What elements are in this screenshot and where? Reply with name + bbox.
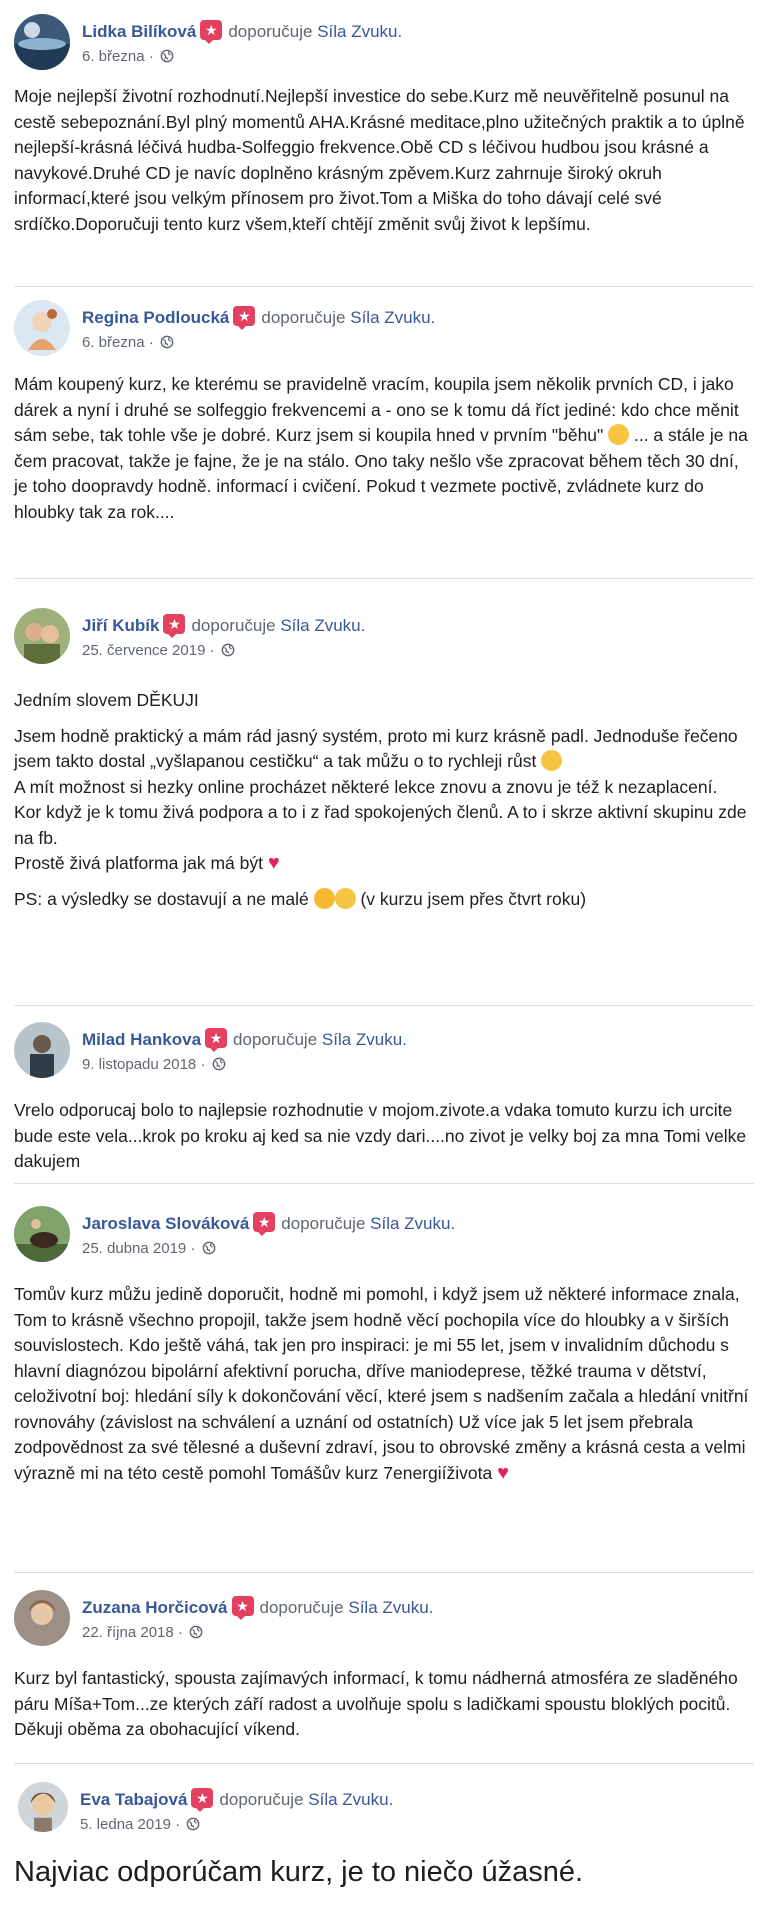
page-link[interactable]: Síla Zvuku.	[350, 308, 435, 327]
review-header: Jiří Kubík doporučuje Síla Zvuku. 25. čer…	[14, 608, 754, 668]
recommend-verb: doporučuje	[228, 22, 313, 41]
globe-icon	[212, 1057, 226, 1071]
recommendation-icon	[253, 1212, 276, 1236]
review-meta: 25. dubna 2019 ·	[82, 1240, 216, 1258]
review-text: Kurz byl fantastický, spousta zajímavých…	[14, 1666, 754, 1743]
avatar[interactable]	[14, 14, 70, 70]
post-date[interactable]: 25. dubna 2019 ·	[82, 1240, 200, 1257]
author-name[interactable]: Zuzana Horčicová	[82, 1598, 228, 1617]
divider	[14, 1005, 754, 1006]
avatar[interactable]	[14, 1590, 70, 1646]
divider	[14, 286, 754, 287]
review-headline: Jaroslava Slováková doporučuje Síla Zvuku…	[82, 1212, 455, 1236]
review-meta: 9. listopadu 2018 ·	[82, 1056, 226, 1074]
review-paragraph: Jedním slovem DĚKUJI	[14, 690, 199, 710]
review-meta: 22. října 2018 ·	[82, 1624, 203, 1642]
review-paragraph: Moje nejlepší životní rozhodnutí.Nejlepš…	[14, 86, 745, 234]
recommend-verb: doporučuje	[281, 1214, 366, 1233]
avatar[interactable]	[18, 1782, 68, 1832]
author-name[interactable]: Jiří Kubík	[82, 616, 159, 635]
review-meta: 25. července 2019 ·	[82, 642, 235, 660]
recommend-verb: doporučuje	[191, 616, 276, 635]
globe-icon	[202, 1241, 216, 1255]
globe-icon	[160, 49, 174, 63]
recommendation-icon	[205, 1028, 228, 1052]
grin-emoji-icon	[541, 750, 563, 771]
post-date[interactable]: 22. října 2018 ·	[82, 1624, 187, 1641]
review-text: Tomův kurz můžu jedině doporučit, hodně …	[14, 1282, 754, 1486]
review-text: Moje nejlepší životní rozhodnutí.Nejlepš…	[14, 84, 754, 237]
review-header: Regina Podloucká doporučuje Síla Zvuku. 6…	[14, 300, 754, 360]
recommendation-icon	[231, 1596, 254, 1620]
recommend-verb: doporučuje	[233, 1030, 318, 1049]
avatar[interactable]	[14, 1022, 70, 1078]
review-headline: Jiří Kubík doporučuje Síla Zvuku.	[82, 614, 365, 638]
divider	[14, 1763, 754, 1764]
page-link[interactable]: Síla Zvuku.	[280, 616, 365, 635]
page-link[interactable]: Síla Zvuku.	[348, 1598, 433, 1617]
avatar[interactable]	[14, 300, 70, 356]
heart-eyes-emoji-icon	[313, 887, 335, 909]
review-headline: Milad Hankova doporučuje Síla Zvuku.	[82, 1028, 407, 1052]
heart-icon: ♥	[497, 1461, 509, 1484]
review-text: Mám koupený kurz, ke kterému se pravidel…	[14, 372, 754, 525]
post-date[interactable]: 6. března ·	[82, 334, 158, 351]
review-paragraph: Najviac odporúčam kurz, je to niečo úžas…	[14, 1856, 584, 1888]
review-paragraph: PS: a výsledky se dostavují a ne malé (v…	[14, 887, 587, 909]
globe-icon	[186, 1817, 200, 1831]
recommendation-icon	[191, 1788, 214, 1812]
review-text: Jedním slovem DĚKUJI Jsem hodně praktick…	[14, 688, 754, 912]
review-headline: Lidka Bilíková doporučuje Síla Zvuku.	[82, 20, 402, 44]
page-link[interactable]: Síla Zvuku.	[308, 1790, 393, 1809]
post-date[interactable]: 5. ledna 2019 ·	[80, 1816, 184, 1833]
divider	[14, 1572, 754, 1573]
divider	[14, 1183, 754, 1184]
recommend-verb: doporučuje	[259, 1598, 344, 1617]
author-name[interactable]: Milad Hankova	[82, 1030, 201, 1049]
page-link[interactable]: Síla Zvuku.	[317, 22, 402, 41]
recommendation-icon	[163, 614, 186, 638]
divider	[14, 578, 754, 579]
post-date[interactable]: 9. listopadu 2018 ·	[82, 1056, 210, 1073]
review-text: Vrelo odporucaj bolo to najlepsie rozhod…	[14, 1098, 754, 1175]
review-header: Eva Tabajová doporučuje Síla Zvuku. 5. le…	[18, 1782, 758, 1842]
author-name[interactable]: Lidka Bilíková	[82, 22, 196, 41]
review-meta: 5. ledna 2019 ·	[80, 1816, 200, 1834]
globe-icon	[160, 335, 174, 349]
avatar[interactable]	[14, 1206, 70, 1262]
author-name[interactable]: Regina Podloucká	[82, 308, 229, 327]
author-name[interactable]: Jaroslava Slováková	[82, 1214, 249, 1233]
review-meta: 6. března ·	[82, 334, 174, 352]
globe-icon	[221, 643, 235, 657]
review-paragraph: Vrelo odporucaj bolo to najlepsie rozhod…	[14, 1100, 747, 1171]
heart-icon: ♥	[267, 852, 280, 874]
author-name[interactable]: Eva Tabajová	[80, 1790, 187, 1809]
review-headline: Regina Podloucká doporučuje Síla Zvuku.	[82, 306, 435, 330]
page-link[interactable]: Síla Zvuku.	[370, 1214, 455, 1233]
post-date[interactable]: 25. července 2019 ·	[82, 642, 219, 659]
joy-emoji-icon	[334, 887, 356, 909]
smile-emoji-icon	[608, 424, 630, 445]
post-date[interactable]: 6. března ·	[82, 48, 158, 65]
recommend-verb: doporučuje	[219, 1790, 304, 1809]
review-meta: 6. března ·	[82, 48, 174, 66]
review-header: Milad Hankova doporučuje Síla Zvuku. 9. l…	[14, 1022, 754, 1082]
review-paragraph: Mám koupený kurz, ke kterému se pravidel…	[14, 374, 748, 522]
page-link[interactable]: Síla Zvuku.	[322, 1030, 407, 1049]
review-headline: Zuzana Horčicová doporučuje Síla Zvuku.	[82, 1596, 433, 1620]
review-paragraph: Kurz byl fantastický, spousta zajímavých…	[14, 1668, 738, 1739]
recommendation-icon	[200, 20, 223, 44]
recommend-verb: doporučuje	[261, 308, 346, 327]
avatar[interactable]	[14, 608, 70, 664]
review-paragraph: Tomův kurz můžu jedině doporučit, hodně …	[14, 1284, 749, 1484]
recommendation-icon	[233, 306, 256, 330]
globe-icon	[189, 1625, 203, 1639]
review-header: Zuzana Horčicová doporučuje Síla Zvuku. 2…	[14, 1590, 754, 1650]
review-header: Jaroslava Slováková doporučuje Síla Zvuku…	[14, 1206, 754, 1266]
review-paragraph: Jsem hodně praktický a mám rád jasný sys…	[14, 725, 747, 874]
review-headline: Eva Tabajová doporučuje Síla Zvuku.	[80, 1788, 393, 1812]
review-text: Najviac odporúčam kurz, je to niečo úžas…	[14, 1854, 754, 1890]
review-header: Lidka Bilíková doporučuje Síla Zvuku. 6. …	[14, 14, 754, 74]
